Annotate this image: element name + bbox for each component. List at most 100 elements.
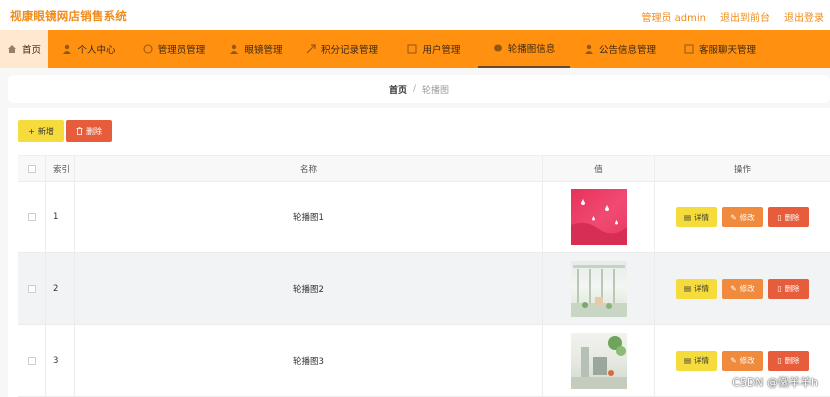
trash-icon: ▯ (777, 284, 782, 293)
chat-icon (684, 44, 694, 54)
detail-icon: ▤ (683, 212, 692, 222)
select-all-checkbox[interactable] (27, 164, 36, 173)
row-name: 轮播图3 (75, 325, 543, 396)
watermark: CSDN @懒羊羊h (732, 376, 818, 389)
breadcrumb-current: 轮播图 (422, 85, 450, 96)
row-check-cell (18, 182, 46, 252)
row-value-cell (543, 182, 655, 252)
nav-item-profile[interactable]: 个人中心 (48, 30, 130, 68)
row-delete-button[interactable]: ▯ 删除 (768, 278, 809, 299)
add-button[interactable]: + 新增 (18, 120, 64, 142)
plus-icon: + (28, 126, 35, 136)
thumbnail-art (570, 335, 627, 389)
main-nav: 首页 个人中心 管理员管理 眼镜管理 积分记录管理 用户管理 轮播图信息 公告信… (0, 30, 830, 68)
detail-button[interactable]: ▤ 详情 (676, 278, 717, 299)
carousel-image-thumbnail[interactable] (570, 332, 627, 389)
row-value-cell (543, 325, 655, 396)
row-delete-button[interactable]: ▯ 删除 (768, 350, 809, 371)
delete-label: 删除 (784, 284, 800, 293)
add-button-label: 新增 (37, 126, 54, 136)
edit-icon: ✎ (730, 212, 737, 222)
home-icon (7, 45, 16, 53)
row-delete-button[interactable]: ▯ 删除 (768, 207, 809, 227)
table-row: 1 轮播图1 ▤ 详情 ✎ 修改 ▯ 删除 (18, 182, 830, 253)
delete-label: 删除 (784, 212, 800, 222)
row-index: 2 (46, 253, 75, 324)
back-to-front-link[interactable]: 退出到前台 (720, 9, 770, 24)
nav-label: 首页 (21, 45, 41, 56)
nav-item-admin[interactable]: 管理员管理 (130, 30, 218, 68)
user-icon (63, 44, 72, 54)
row-value-cell (543, 253, 655, 324)
header-name: 名称 (75, 156, 543, 181)
content-panel: + 新增 删除 索引 名称 值 操作 1 轮播图1 ▤ 详情 ✎ 修改 ▯ 删除… (8, 108, 830, 397)
nav-item-chat[interactable]: 客服聊天管理 (670, 30, 770, 68)
detail-label: 详情 (694, 212, 710, 222)
trash-icon: ▯ (777, 212, 782, 222)
header-check-cell (18, 156, 46, 181)
edit-label: 修改 (739, 284, 755, 293)
breadcrumb: 首页 / 轮播图 (8, 75, 830, 103)
row-index: 1 (46, 182, 75, 252)
glasses-icon (230, 44, 239, 54)
edit-label: 修改 (739, 356, 755, 365)
breadcrumb-home[interactable]: 首页 (389, 83, 407, 96)
row-check-cell (18, 253, 46, 324)
nav-label: 积分记录管理 (320, 45, 378, 56)
header-ops: 操作 (733, 164, 751, 175)
nav-item-points[interactable]: 积分记录管理 (294, 30, 390, 68)
nav-item-notice[interactable]: 公告信息管理 (570, 30, 670, 68)
logout-link[interactable]: 退出登录 (784, 9, 824, 24)
detail-icon: ▤ (683, 284, 692, 293)
edit-button[interactable]: ✎ 修改 (722, 278, 763, 299)
edit-label: 修改 (739, 212, 755, 222)
row-checkbox[interactable] (27, 213, 36, 221)
edit-icon: ✎ (730, 356, 737, 365)
batch-delete-button[interactable]: 删除 (66, 120, 112, 142)
detail-button[interactable]: ▤ 详情 (676, 207, 717, 227)
detail-icon: ▤ (683, 356, 692, 365)
notice-icon (584, 44, 593, 54)
nav-item-users[interactable]: 用户管理 (390, 30, 478, 68)
delete-label: 删除 (784, 356, 800, 365)
thumbnail-art (570, 199, 627, 245)
breadcrumb-separator: / (412, 84, 417, 94)
top-right-links: 管理员 admin 退出到前台 退出登录 (641, 9, 824, 24)
detail-label: 详情 (694, 356, 710, 365)
table-row: 2 轮播图2 ▤ 详情 ✎ 修改 ▯ 删除 (18, 253, 830, 325)
app-title: 视康眼镜网店销售系统 (10, 9, 127, 23)
row-ops: ▤ 详情 ✎ 修改 ▯ 删除 (655, 253, 830, 324)
admin-icon (143, 44, 153, 54)
row-index: 3 (46, 325, 75, 396)
nav-label: 轮播图信息 (507, 44, 556, 55)
detail-label: 详情 (694, 284, 710, 293)
nav-label: 客服聊天管理 (698, 45, 756, 56)
nav-label: 公告信息管理 (598, 45, 656, 56)
row-checkbox[interactable] (27, 284, 36, 293)
row-checkbox[interactable] (27, 356, 36, 365)
table-header-row: 索引 名称 值 操作 (18, 156, 830, 182)
table-row: 3 轮播图3 ▤ 详情 ✎ 修改 ▯ 删除 (18, 325, 830, 397)
row-name: 轮播图2 (75, 253, 543, 324)
points-icon (306, 44, 316, 54)
row-name: 轮播图1 (75, 182, 543, 252)
trash-icon: ▯ (777, 356, 782, 365)
delete-button-label: 删除 (86, 126, 102, 136)
thumbnail-art (570, 264, 627, 317)
row-ops: ▤ 详情 ✎ 修改 ▯ 删除 (655, 182, 830, 252)
carousel-icon (493, 44, 502, 52)
nav-label: 个人中心 (77, 45, 116, 56)
nav-item-carousel[interactable]: 轮播图信息 (478, 30, 570, 68)
carousel-table: 索引 名称 值 操作 1 轮播图1 ▤ 详情 ✎ 修改 ▯ 删除 2 轮播图2 … (18, 155, 830, 397)
nav-label: 用户管理 (422, 45, 461, 56)
nav-item-home[interactable]: 首页 (0, 30, 48, 68)
row-check-cell (18, 325, 46, 396)
carousel-image-thumbnail[interactable] (570, 260, 627, 317)
admin-label[interactable]: 管理员 admin (641, 9, 706, 24)
edit-button[interactable]: ✎ 修改 (722, 350, 763, 371)
users-icon (407, 44, 417, 54)
edit-button[interactable]: ✎ 修改 (722, 207, 763, 227)
detail-button[interactable]: ▤ 详情 (676, 350, 717, 371)
nav-item-glasses[interactable]: 眼镜管理 (218, 30, 294, 68)
carousel-image-thumbnail[interactable] (570, 189, 627, 245)
